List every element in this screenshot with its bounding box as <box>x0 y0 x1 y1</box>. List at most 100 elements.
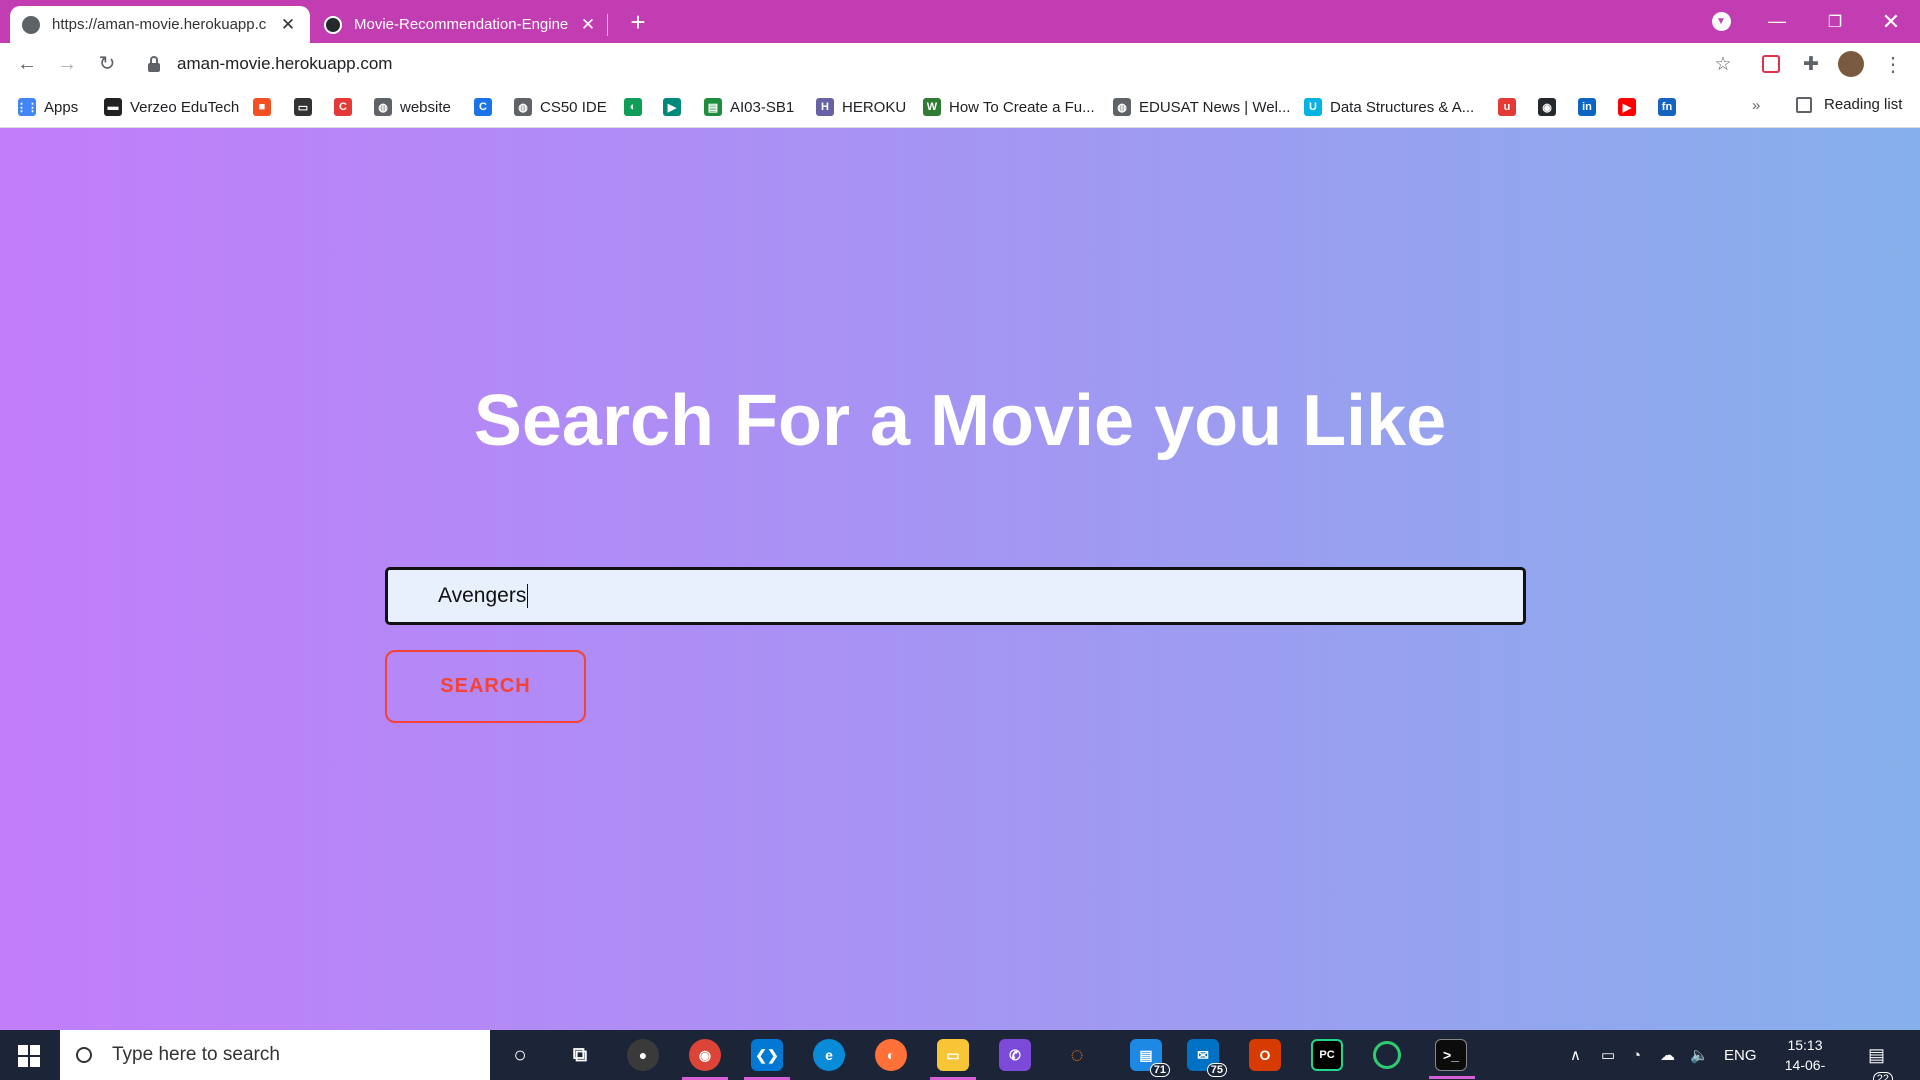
bookmarks-bar: » Reading list ⋮⋮ Apps ▬ Verzeo EduTech ■ ▭ C ◍… <box>0 85 1920 128</box>
bookmark-dev[interactable]: ▭ <box>294 96 312 118</box>
bookmark-udacity[interactable]: U Data Structures & A... <box>1304 96 1474 118</box>
w3-icon: W <box>923 98 941 116</box>
notification-badge: 22 <box>1872 1072 1894 1080</box>
dev-icon: ▭ <box>294 98 312 116</box>
obs-icon[interactable]: ● <box>627 1039 659 1071</box>
taskbar-search-placeholder: Type here to search <box>112 1044 280 1065</box>
taskbar-clock[interactable]: 15:13 14-06-2021 <box>1770 1035 1840 1080</box>
new-tab-button[interactable]: + <box>622 6 654 38</box>
bookmark-linkedin[interactable]: in <box>1578 96 1596 118</box>
lock-icon[interactable] <box>148 56 160 72</box>
back-button[interactable]: ← <box>12 49 42 79</box>
bookmark-label: EDUSAT News | Wel... <box>1139 98 1291 116</box>
tab-title: https://aman-movie.herokuapp.c <box>52 16 267 33</box>
cortana-icon[interactable]: ○ <box>504 1039 536 1071</box>
bookmark-fn[interactable]: fn <box>1658 96 1676 118</box>
onedrive-icon[interactable]: ☁ <box>1660 1030 1675 1080</box>
bookmark-globe[interactable]: ◍ CS50 IDE <box>514 96 607 118</box>
red-c-icon: C <box>334 98 352 116</box>
globe-icon: ◍ <box>374 98 392 116</box>
files-badge: 71 <box>1149 1063 1170 1077</box>
pocket-extension-icon[interactable] <box>1758 51 1784 77</box>
task-view-icon[interactable]: ⧉ <box>564 1039 596 1071</box>
browser-menu-icon[interactable]: ⋮ <box>1880 51 1906 77</box>
office-icon[interactable]: O <box>1249 1039 1281 1071</box>
close-window-button[interactable]: ✕ <box>1876 0 1906 43</box>
bookmark-youtube[interactable]: ▶ <box>1618 96 1636 118</box>
tab-search-button[interactable]: ▼ <box>1708 0 1734 43</box>
wifi-icon[interactable]: ◔ <box>1632 1030 1641 1080</box>
forward-button[interactable]: → <box>52 49 82 79</box>
notification-center-icon[interactable]: ▤ 22 <box>1868 1030 1894 1080</box>
bookmark-label: AI03-SB1 <box>730 98 795 116</box>
bookmark-label: How To Create a Fu... <box>949 98 1095 116</box>
globe-icon <box>22 15 40 34</box>
bookmark-apps-grid[interactable]: ⋮⋮ Apps <box>16 96 79 118</box>
tab-github-repo[interactable]: Movie-Recommendation-Engine ✕ <box>312 6 610 43</box>
bookmark-globe[interactable]: ◍ EDUSAT News | Wel... <box>1113 96 1290 118</box>
bookmark-meet[interactable]: ▶ <box>663 96 681 118</box>
bookmark-red-c[interactable]: C <box>334 96 352 118</box>
bookmark-microsoft[interactable]: ■ <box>253 96 271 118</box>
battery-icon[interactable]: ▭ <box>1601 1030 1615 1080</box>
chrome-icon[interactable]: ◉ <box>682 1039 728 1080</box>
minimize-button[interactable]: — <box>1762 0 1792 43</box>
volume-icon[interactable]: 🔈 <box>1690 1030 1709 1080</box>
bookmark-heroku[interactable]: H HEROKU <box>816 96 906 118</box>
bookmark-label: website <box>400 98 451 116</box>
whatsapp-icon[interactable]: ✆ <box>999 1039 1031 1071</box>
taskbar-search-box[interactable]: Type here to search <box>60 1030 490 1080</box>
refresh-app-icon[interactable] <box>1373 1041 1401 1069</box>
vscode-icon[interactable]: ❮❯ <box>744 1039 790 1080</box>
classroom-icon: ▤ <box>704 98 722 116</box>
pycharm-icon[interactable]: PC <box>1311 1039 1343 1071</box>
terminal-icon[interactable]: >_ <box>1429 1039 1475 1079</box>
show-hidden-icons[interactable]: ∧ <box>1570 1030 1581 1080</box>
page-background: Search For a Movie you Like Avengers SEA… <box>0 128 1920 1030</box>
address-bar[interactable]: aman-movie.herokuapp.com <box>177 54 392 74</box>
tab-title: Movie-Recommendation-Engine <box>354 16 569 33</box>
jupyter-icon[interactable]: ◌ <box>1061 1039 1093 1071</box>
search-input-value: Avengers <box>438 584 527 607</box>
restore-button[interactable]: ❐ <box>1820 0 1850 43</box>
bookmark-verzeo[interactable]: ▬ Verzeo EduTech <box>104 96 239 118</box>
file-explorer-icon[interactable]: ▭ <box>930 1039 976 1080</box>
firefox-icon[interactable]: ◐ <box>875 1039 907 1071</box>
more-bookmarks-button[interactable]: » <box>1752 97 1760 114</box>
mail-icon[interactable]: ✉ 75 <box>1187 1039 1227 1077</box>
bookmark-label: Verzeo EduTech <box>130 98 240 116</box>
bookmark-globe[interactable]: ◍ website <box>374 96 451 118</box>
clock-date: 14-06-2021 <box>1784 1057 1826 1080</box>
bookmark-blue-c[interactable]: C <box>474 96 492 118</box>
fn-icon: fn <box>1658 98 1676 116</box>
edge-icon: ◐ <box>624 98 642 116</box>
search-button[interactable]: SEARCH <box>385 650 586 723</box>
bookmark-label: Data Structures & A... <box>1330 98 1475 116</box>
bookmark-w3[interactable]: W How To Create a Fu... <box>923 96 1095 118</box>
reload-button[interactable]: ↻ <box>92 49 122 79</box>
bookmark-label: HEROKU <box>842 98 907 116</box>
close-tab-icon[interactable]: ✕ <box>578 15 598 35</box>
bookmark-classroom[interactable]: ▤ AI03-SB1 <box>704 96 794 118</box>
reading-list-button[interactable]: Reading list <box>1796 96 1902 113</box>
meet-icon: ▶ <box>663 98 681 116</box>
close-tab-icon[interactable]: ✕ <box>278 15 298 35</box>
profile-avatar[interactable] <box>1838 51 1864 77</box>
windows-start-icon[interactable] <box>18 1045 40 1067</box>
windows-taskbar: Type here to search ○ ⧉ ● ◉ ❮❯ e ◐ ▭ ✆ ◌… <box>0 1030 1920 1080</box>
bookmark-u[interactable]: u <box>1498 96 1516 118</box>
bookmark-edge[interactable]: ◐ <box>624 96 642 118</box>
language-indicator[interactable]: ENG <box>1724 1030 1757 1080</box>
github-icon: ◉ <box>1538 98 1556 116</box>
extensions-puzzle-icon[interactable]: ✚ <box>1798 51 1824 77</box>
movie-search-input[interactable]: Avengers <box>385 567 1526 625</box>
bookmark-label: Apps <box>44 98 79 116</box>
tab-divider <box>607 14 608 36</box>
bookmark-star-icon[interactable]: ☆ <box>1710 51 1736 77</box>
bookmark-github[interactable]: ◉ <box>1538 96 1556 118</box>
files-app-icon[interactable]: ▤ 71 <box>1130 1039 1170 1077</box>
verzeo-icon: ▬ <box>104 98 122 116</box>
tab-aman-movie[interactable]: https://aman-movie.herokuapp.c ✕ <box>10 6 310 43</box>
edge-icon[interactable]: e <box>813 1039 845 1071</box>
heroku-icon: H <box>816 98 834 116</box>
